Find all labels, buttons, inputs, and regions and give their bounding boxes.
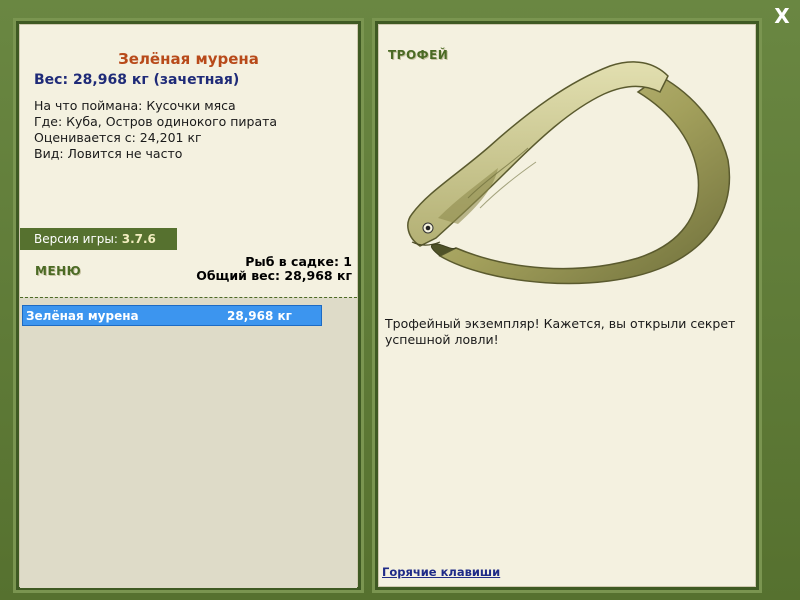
location-info: Где: Куба, Остров одинокого пирата: [34, 114, 278, 129]
game-window: X Зелёная мурена Вес: 28,968 кг (зачетна…: [0, 0, 800, 600]
fish-info-panel: Зелёная мурена Вес: 28,968 кг (зачетная)…: [16, 21, 361, 590]
menu-button[interactable]: МЕНЮ: [35, 264, 81, 278]
keepnet-count: Рыб в садке: 1: [245, 254, 352, 269]
keepnet-list: Зелёная мурена 28,968 кг: [20, 297, 357, 588]
bait-info: На что поймана: Кусочки мяса: [34, 98, 236, 113]
version-value: 3.7.6: [121, 232, 156, 246]
trophy-description: Трофейный экземпляр! Кажется, вы открыли…: [385, 316, 736, 347]
keepnet-total-weight: Общий вес: 28,968 кг: [196, 268, 352, 283]
moray-eel-image: [407, 61, 731, 285]
rated-from-info: Оценивается с: 24,201 кг: [34, 130, 202, 145]
list-item-weight: 28,968 кг: [227, 309, 292, 323]
game-version-badge: Версия игры: 3.7.6: [20, 228, 177, 250]
trophy-panel: ТРОФЕЙ Трофейный экземпляр! Кажется, вы …: [375, 21, 759, 590]
fish-weight: Вес: 28,968 кг (зачетная): [34, 72, 240, 88]
list-item-name: Зелёная мурена: [26, 309, 139, 323]
hotkeys-link[interactable]: Горячие клавиши: [382, 565, 500, 579]
keepnet-list-item[interactable]: Зелёная мурена 28,968 кг: [22, 305, 322, 326]
fish-name-title: Зелёная мурена: [118, 50, 259, 68]
close-button[interactable]: X: [770, 4, 794, 28]
version-label: Версия игры:: [34, 232, 118, 246]
kind-info: Вид: Ловится не часто: [34, 146, 183, 161]
